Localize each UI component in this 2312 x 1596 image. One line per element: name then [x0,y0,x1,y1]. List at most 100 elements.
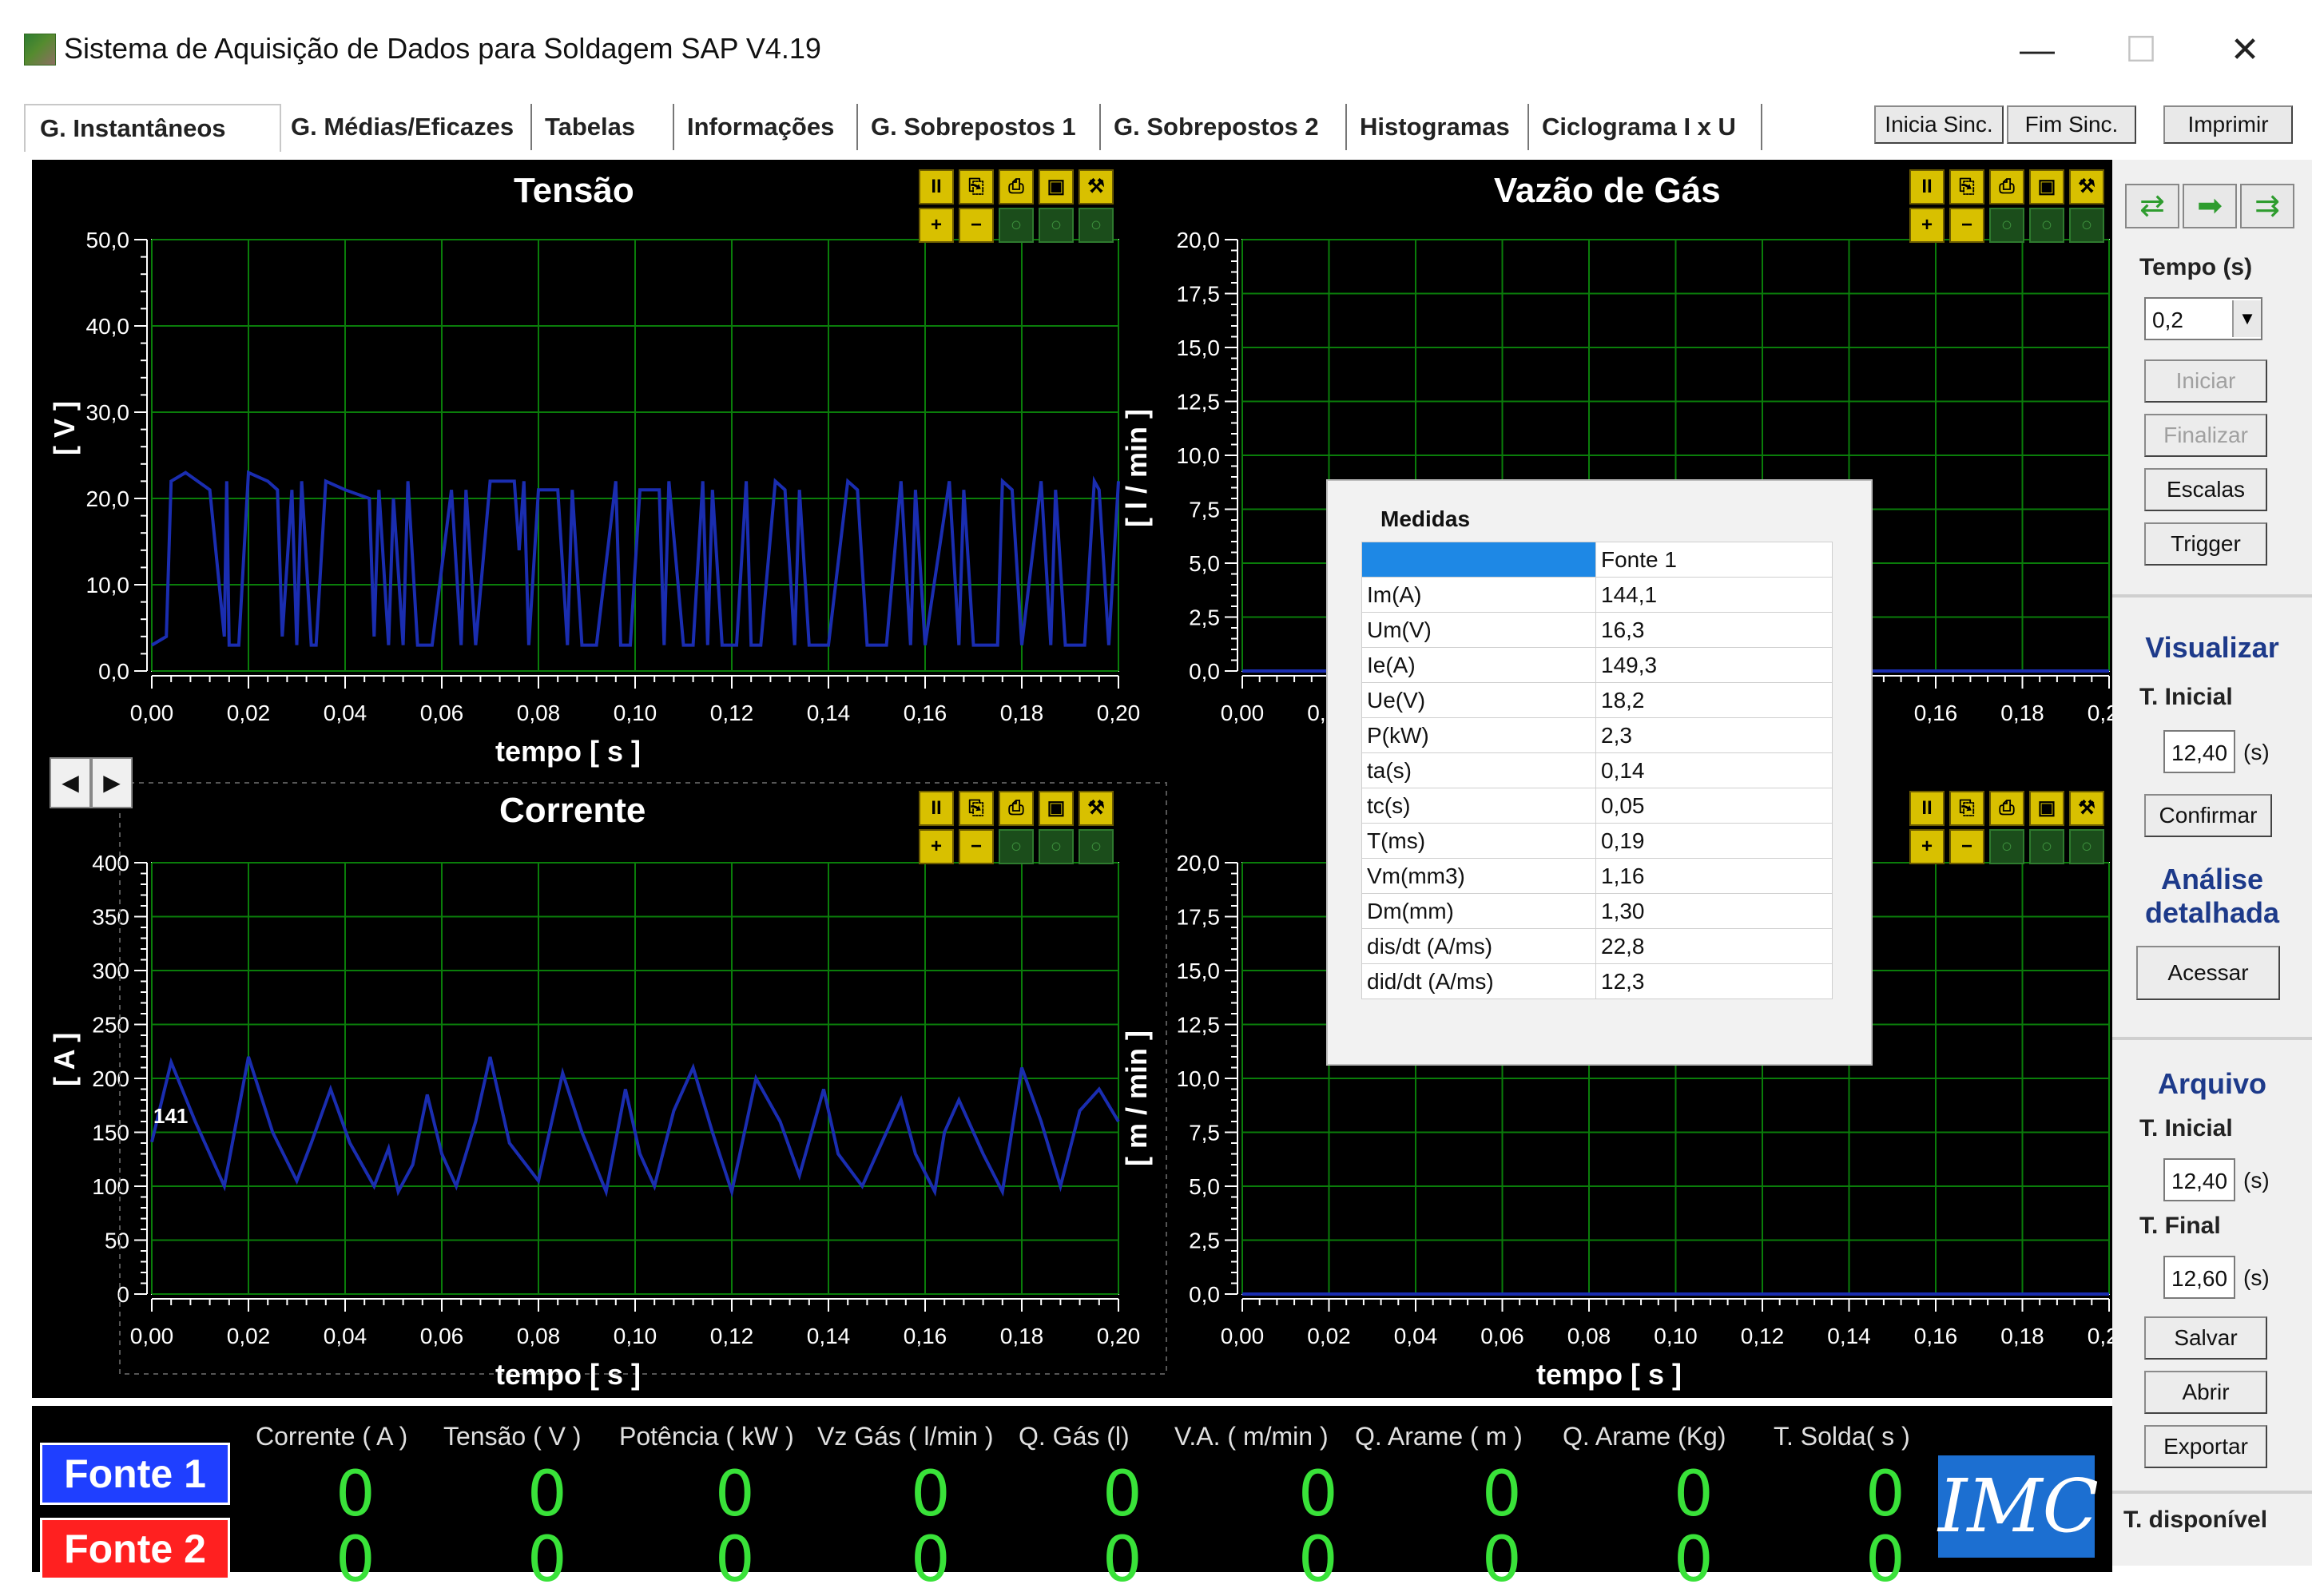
print-icon[interactable]: ⎙ [1989,169,2024,204]
save-icon[interactable]: ▣ [1039,169,1074,204]
iniciar-button[interactable]: Iniciar [2144,359,2267,403]
x-tick-label: 0,00 [1221,1324,1265,1348]
zoom-in-icon[interactable]: + [919,208,954,243]
y-tick-label: 50,0 [86,228,130,252]
pause-icon[interactable]: II [1909,169,1945,204]
arame-toolbar: II ⎘ ⎙ ▣ ⚒ + − ○ ○ ○ [1909,791,2104,864]
pause-icon[interactable]: II [919,791,954,826]
y-tick-label: 250 [92,1013,129,1038]
zoom-out-icon[interactable]: − [1949,208,1984,243]
y-tick-label: 0,0 [1189,659,1220,684]
arq-t-inicial-input[interactable]: 12,40 [2163,1158,2235,1201]
y-tick-label: 5,0 [1189,1174,1220,1199]
minimize-button[interactable]: — [2001,24,2073,77]
x-tick-label: 0,18 [2000,701,2044,725]
y-tick-label: 400 [92,851,129,875]
medida-value: 18,2 [1595,682,1833,718]
sync-icon[interactable]: ⇄ [2125,184,2179,228]
zoom-reset-icon: ○ [2069,829,2104,864]
tab-histogramas[interactable]: Histogramas [1349,104,1529,150]
x-tick-label: 0,20 [1097,701,1141,725]
wrench-icon[interactable]: ⚒ [2069,791,2104,826]
finalizar-button[interactable]: Finalizar [2144,414,2267,457]
medida-key: did/dt (A/ms) [1361,963,1596,999]
tab-ciclograma[interactable]: Ciclograma I x U [1531,104,1762,150]
acessar-button[interactable]: Acessar [2136,946,2280,1000]
zoom-in-icon[interactable]: + [1909,829,1945,864]
tab-g-sobrepostos-1[interactable]: G. Sobrepostos 1 [860,104,1101,150]
x-tick-label: 0,02 [1307,1324,1351,1348]
wrench-icon[interactable]: ⚒ [1079,169,1114,204]
ylabel-corrente: [ A ] [48,1032,81,1086]
save-icon[interactable]: ▣ [1039,791,1074,826]
x-tick-label: 0,20 [2088,1324,2112,1348]
x-tick-label: 0,08 [1567,1324,1611,1348]
fim-sinc-button[interactable]: Fim Sinc. [2007,105,2136,144]
y-tick-label: 20,0 [1177,228,1221,252]
maximize-button[interactable]: ☐ [2105,24,2177,77]
x-tick-label: 0,18 [1000,701,1044,725]
wrench-icon[interactable]: ⚒ [1079,791,1114,826]
zoom-in-icon[interactable]: + [919,829,954,864]
chevron-down-icon[interactable]: ▼ [2232,300,2261,337]
pause-icon[interactable]: II [919,169,954,204]
vis-t-inicial-input[interactable]: 12,40 [2163,730,2235,773]
tab-tabelas[interactable]: Tabelas [534,104,674,150]
copy-icon[interactable]: ⎘ [1949,791,1984,826]
tab-g-sobrepostos-2[interactable]: G. Sobrepostos 2 [1102,104,1347,150]
tab-g-medias-eficazes[interactable]: G. Médias/Eficazes [280,104,532,150]
zoom-out-icon[interactable]: − [959,208,994,243]
status-value: 0 [1482,1459,1522,1530]
pause-icon[interactable]: II [1909,791,1945,826]
shuffle-icon[interactable]: ⇉ [2240,184,2294,228]
zoom-out-icon[interactable]: − [1949,829,1984,864]
tab-informacoes[interactable]: Informações [676,104,858,150]
copy-icon[interactable]: ⎘ [959,791,994,826]
trigger-button[interactable]: Trigger [2144,522,2267,566]
medida-key: T(ms) [1361,823,1596,859]
abrir-button[interactable]: Abrir [2144,1371,2267,1414]
print-icon[interactable]: ⎙ [999,791,1034,826]
y-tick-label: 7,5 [1189,1121,1220,1145]
copy-icon[interactable]: ⎘ [959,169,994,204]
inicia-sinc-button[interactable]: Inicia Sinc. [1874,105,2004,144]
status-value: 0 [1865,1459,1905,1530]
print-icon[interactable]: ⎙ [1989,791,2024,826]
copy-icon[interactable]: ⎘ [1949,169,1984,204]
tab-g-instantaneos[interactable]: G. Instantâneos [24,104,281,152]
salvar-button[interactable]: Salvar [2144,1316,2267,1360]
analise-heading-1: Análise [2160,863,2264,895]
x-tick-label: 0,14 [807,701,851,725]
arq-t-final-input[interactable]: 12,60 [2163,1256,2235,1299]
medida-value: 1,30 [1595,893,1833,929]
status-value-fonte2: 0 [336,1524,375,1596]
y-tick-label: 20,0 [1177,851,1221,875]
status-value: 0 [715,1459,755,1530]
confirmar-button[interactable]: Confirmar [2144,794,2272,837]
imprimir-button[interactable]: Imprimir [2163,105,2293,144]
scroll-left-button[interactable]: ◀ [50,757,91,808]
fonte2-badge[interactable]: Fonte 2 [40,1518,230,1580]
medidas-popup: Medidas Fonte 1 Im(A) 144,1 Um(V) 16,3 Ie(A)… [1326,479,1873,1066]
x-tick-label: 0,18 [2000,1324,2044,1348]
medida-value: 22,8 [1595,928,1833,964]
zoom-x-icon: ○ [999,208,1034,243]
chart-title-corrente: Corrente [499,791,646,830]
zoom-out-icon[interactable]: − [959,829,994,864]
t-disponivel-label: T. disponível [2123,1507,2268,1533]
print-icon[interactable]: ⎙ [999,169,1034,204]
scroll-right-button[interactable]: ▶ [91,757,133,808]
close-button[interactable]: ✕ [2209,24,2281,77]
exportar-button[interactable]: Exportar [2144,1425,2267,1468]
arrow-right-icon[interactable]: ➡ [2183,184,2237,228]
wrench-icon[interactable]: ⚒ [2069,169,2104,204]
fonte1-badge[interactable]: Fonte 1 [40,1443,230,1505]
zoom-in-icon[interactable]: + [1909,208,1945,243]
y-tick-label: 300 [92,959,129,983]
escalas-button[interactable]: Escalas [2144,468,2267,511]
save-icon[interactable]: ▣ [2029,791,2064,826]
ylabel-vazao: [ l / min ] [1120,409,1153,527]
y-tick-label: 0,0 [1189,1282,1220,1307]
save-icon[interactable]: ▣ [2029,169,2064,204]
x-tick-label: 0,00 [130,701,174,725]
